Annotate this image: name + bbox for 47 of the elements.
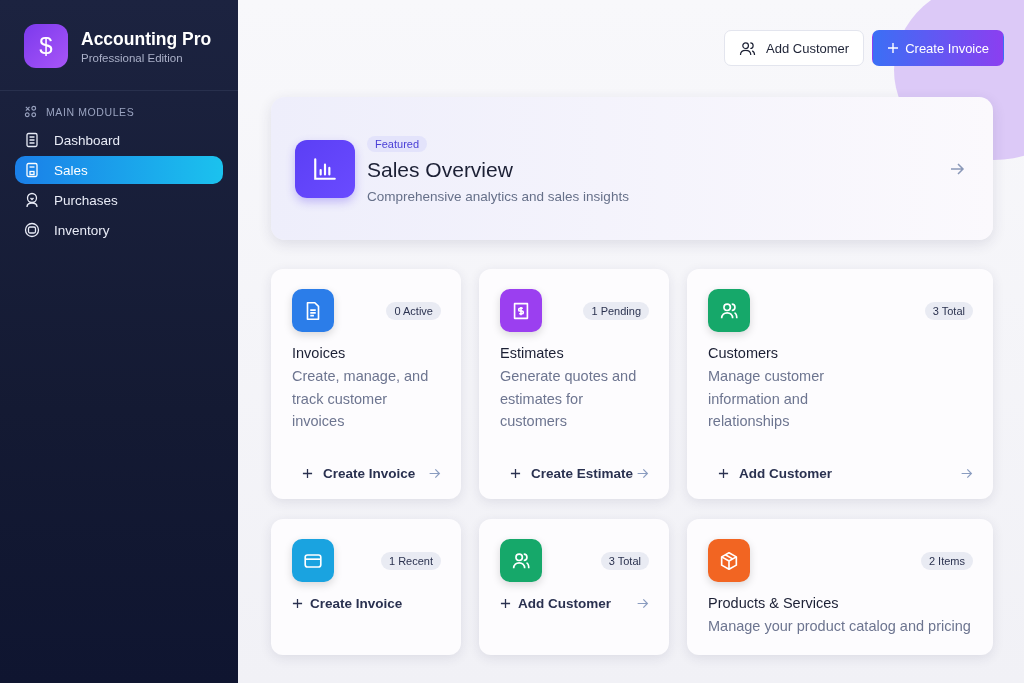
featured-badge: Featured <box>367 135 428 152</box>
card-action-link[interactable]: Create Invoice <box>302 466 416 481</box>
plus-icon <box>718 468 729 479</box>
count-badge: 3 Total <box>600 551 649 570</box>
plus-icon <box>510 468 521 479</box>
app-subtitle: Professional Edition <box>81 51 184 64</box>
dollar-logo-icon: $ <box>24 24 68 68</box>
add-customer-button[interactable]: Add Customer <box>724 30 865 66</box>
module-card[interactable]: 2 Items Products & Services Manage your product catalog and pricing <box>687 519 993 655</box>
arrow-right-icon <box>949 160 965 177</box>
users-icon <box>739 40 757 56</box>
nav-item[interactable]: Inventory <box>15 216 223 244</box>
count-badge: 1 Pending <box>583 301 649 320</box>
app-title: Accounting Pro <box>81 28 212 50</box>
card-description: Manage your product catalog and pricing <box>708 617 972 636</box>
nav-item[interactable]: Dashboard <box>15 126 223 154</box>
count-badge: 1 Recent <box>380 551 441 570</box>
card-description: Generate quotes and estimates for customers <box>500 367 638 431</box>
card-description: Manage customer information and relationships <box>708 367 826 431</box>
count-badge: 2 Items <box>920 551 973 570</box>
create-invoice-button[interactable]: Create Invoice <box>872 30 1004 66</box>
card-action-link[interactable]: Create Estimate <box>510 466 634 481</box>
count-badge: 3 Total <box>924 301 973 320</box>
card-title: Products & Services <box>708 595 840 611</box>
plus-icon <box>500 598 511 609</box>
plus-icon <box>292 598 303 609</box>
card-action-link[interactable]: Add Customer <box>500 596 611 611</box>
module-card[interactable]: 3 Total Add Customer <box>479 519 669 655</box>
card-description: Create, manage, and track customer invoices <box>292 367 430 431</box>
bar-chart-icon <box>295 139 355 198</box>
plus-icon <box>302 468 313 479</box>
module-card[interactable]: 0 Active Invoices Create, manage, and track customer invoices Create Invoice <box>271 269 461 499</box>
nav-item[interactable]: Purchases <box>15 186 223 214</box>
card-title: Estimates <box>500 345 565 361</box>
module-card[interactable]: 1 Recent Create Invoice <box>271 519 461 655</box>
card-title: Invoices <box>292 345 347 361</box>
count-badge: 0 Active <box>386 301 441 320</box>
card-action-link[interactable]: Create Invoice <box>292 596 403 611</box>
plus-icon <box>887 42 900 54</box>
featured-card[interactable]: Featured Sales Overview Comprehensive analytics and sales insights <box>271 97 993 240</box>
featured-description: Comprehensive analytics and sales insights <box>367 188 630 204</box>
module-card[interactable]: 3 Total Customers Manage customer information and relationships Add Customer <box>687 269 993 499</box>
card-action-link[interactable]: Add Customer <box>718 466 832 481</box>
featured-title: Sales Overview <box>367 157 514 182</box>
module-card[interactable]: 1 Pending Estimates Generate quotes and estimates for customers Create Estimate <box>479 269 669 499</box>
card-title: Customers <box>708 345 780 361</box>
section-heading: MAIN MODULES <box>46 105 135 118</box>
